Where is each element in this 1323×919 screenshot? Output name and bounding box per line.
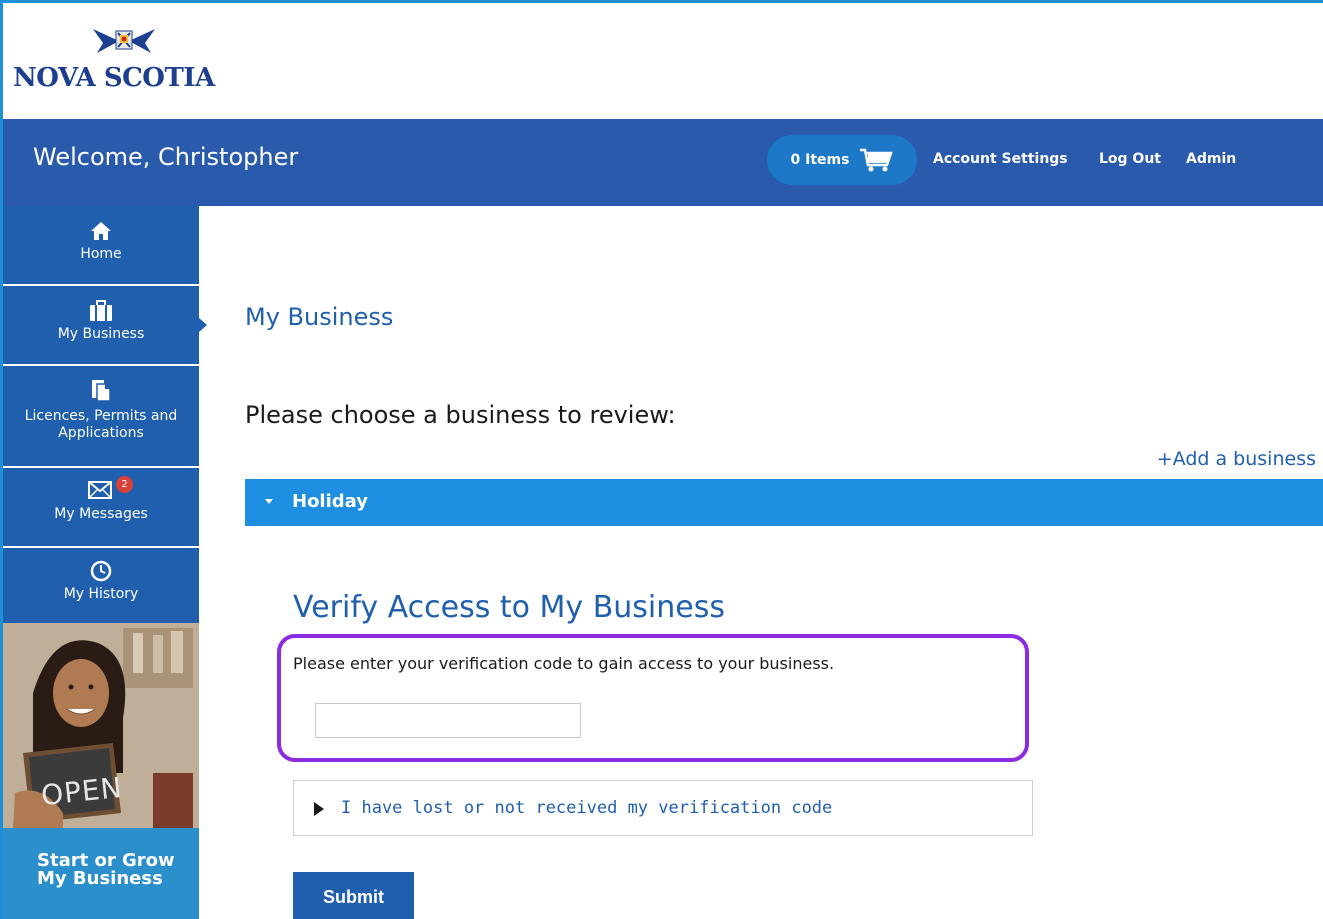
briefcase-icon [90,300,112,321]
cart-button[interactable]: 0 Items [767,135,917,185]
choose-business-prompt: Please choose a business to review: [245,401,676,429]
sidebar-item-label: My Messages [54,506,148,522]
nova-scotia-flag-icon [93,29,155,53]
cart-count: 0 Items [790,152,850,168]
sidebar-item-label: My History [63,586,139,602]
page: NOVA SCOTIA Welcome, Christopher 0 Items… [0,0,1323,919]
page-title: My Business [245,303,394,331]
sidebar-item-licences[interactable]: Licences, Permits and Applications [3,366,199,466]
start-grow-business-link[interactable]: Start or Grow My Business [3,828,199,919]
nova-scotia-logo[interactable]: NOVA SCOTIA [11,23,241,93]
unread-messages-badge: 2 [116,476,133,493]
clock-icon [90,560,112,582]
documents-icon [92,380,111,402]
sidebar-item-home[interactable]: Home [3,206,199,284]
shopping-cart-icon [860,148,894,172]
header-bar: Welcome, Christopher 0 Items Account Set… [3,119,1323,206]
caret-down-icon [265,499,273,504]
log-out-link[interactable]: Log Out [1099,151,1161,167]
lost-code-label: I have lost or not received my verificat… [341,798,833,818]
sidebar-item-my-business[interactable]: My Business [3,286,207,364]
sidebar-item-label: My Business [57,326,145,342]
lost-code-expander[interactable]: I have lost or not received my verificat… [293,780,1033,836]
envelope-icon [88,481,112,499]
sidebar: Home My Business Licences, Permits and A… [3,206,207,919]
add-business-link[interactable]: +Add a business [1157,448,1316,470]
main-content: My Business Please choose a business to … [201,206,1323,919]
promo-image: OPEN [3,623,199,828]
welcome-message: Welcome, Christopher [33,143,299,171]
sidebar-item-my-history[interactable]: My History [3,548,199,623]
sidebar-item-label: Licences, Permits and Applications [24,408,178,441]
submit-button[interactable]: Submit [293,872,414,919]
sidebar-item-label: Home [80,246,122,262]
admin-link[interactable]: Admin [1186,151,1236,167]
verification-code-input[interactable] [315,703,581,738]
account-settings-link[interactable]: Account Settings [933,151,1068,167]
business-accordion-header[interactable]: Holiday [245,479,1323,526]
triangle-right-icon [314,802,324,816]
sidebar-item-my-messages[interactable]: 2 My Messages [3,468,199,546]
verify-access-title: Verify Access to My Business [293,590,725,625]
business-name: Holiday [292,491,368,512]
verification-instruction: Please enter your verification code to g… [293,654,835,673]
home-icon [91,222,111,240]
logo-text: NOVA SCOTIA [13,63,215,93]
